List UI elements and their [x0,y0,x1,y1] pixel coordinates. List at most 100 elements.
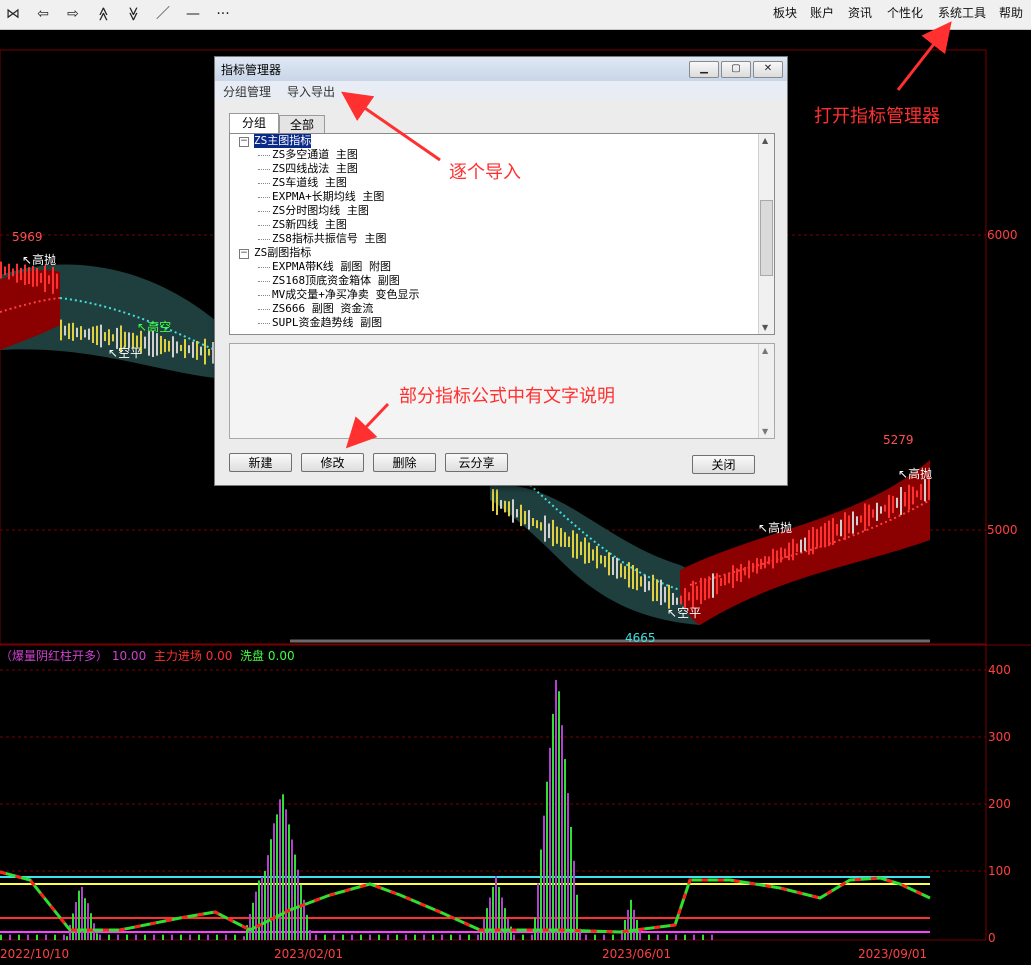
scroll-down-icon[interactable]: ▼ [762,427,768,436]
candle [60,319,62,341]
indicator-bar [504,908,506,940]
tree-group-main[interactable]: ZS主图指标 [254,134,312,148]
ind-tick-300: 300 [988,730,1011,744]
forward-icon[interactable]: ⇨ [62,4,84,24]
indicator-bar [522,934,524,940]
scroll-down-icon[interactable]: ▼ [762,323,768,332]
menu-account[interactable]: 账户 [810,5,834,21]
collapse-icon[interactable]: − [239,249,249,259]
back-icon[interactable]: ⇦ [32,4,54,24]
minimize-icon[interactable]: ▁ [689,61,719,78]
candle [640,576,642,587]
candle [832,518,834,546]
menu-import-export[interactable]: 导入导出 [287,83,335,100]
menu-group-manage[interactable]: 分组管理 [223,83,271,100]
candle [64,325,66,336]
indicator-bar [300,884,302,940]
indicator-bar [675,934,677,940]
indicator-bar [561,725,563,940]
candle [556,526,558,544]
draw-line-icon[interactable]: ／ [152,4,174,24]
delete-button[interactable]: 删除 [373,453,436,472]
hline-icon[interactable]: — [182,4,204,24]
zoom-in-icon[interactable]: ≪ [93,3,113,25]
indicator-bar [288,824,290,940]
legend-name: （爆量阴红柱开多） [0,649,109,663]
tree-group-sub[interactable]: ZS副图指标 [254,246,311,260]
tree-item[interactable]: ZS666 副图 资金流 [272,302,373,316]
candle [912,486,914,505]
collapse-icon[interactable]: − [239,137,249,147]
tree-connector [258,169,270,170]
indicator-bar [423,934,425,940]
candle [628,562,630,588]
tree-item[interactable]: EXPMA+长期均线 主图 [272,190,384,204]
modify-button[interactable]: 修改 [301,453,364,472]
indicator-bar [387,934,389,940]
cloud-share-button[interactable]: 云分享 [445,453,508,472]
candle [728,573,730,584]
close-button[interactable]: 关闭 [692,455,755,474]
candle [532,518,534,526]
candle [108,329,110,346]
menu-help[interactable]: 帮助 [999,5,1023,21]
scroll-up-icon[interactable]: ▲ [762,136,768,145]
tab-all[interactable]: 全部 [279,115,325,133]
candle [616,557,618,579]
indicator-bar [276,814,278,940]
indicator-bar [333,934,335,940]
candle [4,266,6,276]
candle [44,265,46,293]
maximize-icon[interactable]: ▢ [721,61,751,78]
new-button[interactable]: 新建 [229,453,292,472]
indicator-manager-dialog[interactable]: 指标管理器 ▁ ▢ ✕ 分组管理 导入导出 分组 全部 − ZS主图指标 ZS多… [214,56,788,486]
tree-item[interactable]: ZS四线战法 主图 [272,162,358,176]
ind-tick-0: 0 [988,931,996,945]
candle [756,557,758,574]
indicator-bar [198,934,200,940]
candle [164,339,166,353]
candle [648,581,650,591]
indicator-bar [498,886,500,940]
candle [708,576,710,599]
candle [184,339,186,359]
zoom-out-icon[interactable]: ≫ [123,3,143,25]
price-tick-6000: 6000 [987,228,1018,242]
first-icon[interactable]: ⋈ [2,4,24,24]
tree-item[interactable]: ZS168顶底资金箱体 副图 [272,274,400,288]
tree-scroll-thumb[interactable] [760,200,773,276]
menu-personalize[interactable]: 个性化 [887,5,923,21]
candle [500,500,502,509]
desc-scrollbar[interactable]: ▲ ▼ [758,344,774,438]
candle [900,487,902,515]
tree-scrollbar[interactable]: ▲ ▼ [758,134,774,334]
tree-item[interactable]: MV成交量+净买净卖 变色显示 [272,288,420,302]
dialog-titlebar[interactable]: 指标管理器 ▁ ▢ ✕ [215,57,787,81]
tree-item[interactable]: ZS分时图均线 主图 [272,204,369,218]
close-icon[interactable]: ✕ [753,61,783,78]
tree-item[interactable]: ZS新四线 主图 [272,218,347,232]
menu-news[interactable]: 资讯 [848,5,872,21]
indicator-bar [72,913,74,940]
candle [552,519,554,547]
signal-gaokong: ↖高空 [137,320,172,334]
candle [888,494,890,518]
more-icon[interactable]: ··· [212,4,234,24]
tree-item[interactable]: ZS多空通道 主图 [272,148,358,162]
candle [632,564,634,590]
scroll-up-icon[interactable]: ▲ [762,346,768,355]
candle [916,490,918,498]
tree-item[interactable]: ZS车道线 主图 [272,176,347,190]
indicator-bar [225,934,227,940]
menu-bankuai[interactable]: 板块 [773,5,797,21]
indicator-bar [702,934,704,940]
tree-connector [258,239,270,240]
candle [560,528,562,547]
tree-item[interactable]: ZS8指标共振信号 主图 [272,232,387,246]
tab-group[interactable]: 分组 [229,113,279,133]
annotation-formula-note: 部分指标公式中有文字说明 [399,386,615,407]
legend-wash-value: 0.00 [267,649,295,663]
tree-item[interactable]: SUPL资金趋势线 副图 [272,316,382,330]
tree-item[interactable]: EXPMA带K线 副图 附图 [272,260,391,274]
menu-system-tools[interactable]: 系统工具 [938,5,986,21]
